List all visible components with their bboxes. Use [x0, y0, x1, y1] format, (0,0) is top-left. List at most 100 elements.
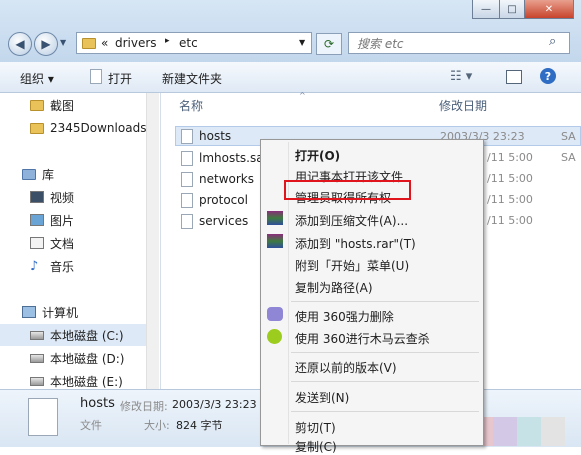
menu-item-open[interactable]: 打开(O): [295, 147, 340, 164]
search-box[interactable]: ⌕: [348, 32, 570, 54]
file-icon: [181, 213, 193, 229]
nav-item-2345downloads[interactable]: 2345Downloads: [30, 119, 146, 137]
drive-icon: [30, 376, 44, 386]
address-separator[interactable]: ▸: [165, 36, 170, 46]
file-name: protocol: [199, 193, 248, 207]
details-modified-value: 2003/3/3 23:23: [172, 398, 257, 411]
file-row-lmhosts[interactable]: lmhosts.sa: [181, 148, 264, 168]
search-input[interactable]: [355, 35, 545, 53]
360-scan-icon: [267, 329, 282, 344]
file-row-protocol[interactable]: protocol: [181, 190, 248, 210]
help-icon[interactable]: ?: [540, 68, 556, 84]
nav-item-label: 计算机: [42, 305, 79, 320]
open-button[interactable]: 打开: [108, 70, 132, 87]
nav-item-drive-e[interactable]: 本地磁盘 (E:): [30, 372, 123, 390]
nav-item-computer[interactable]: 计算机: [22, 303, 78, 321]
menu-item-copy-path[interactable]: 复制为路径(A): [295, 279, 373, 296]
nav-item-label: 文档: [50, 236, 75, 251]
file-row-hosts[interactable]: hosts: [181, 126, 231, 146]
back-button[interactable]: ◀: [8, 32, 32, 56]
winrar-icon: [267, 211, 283, 225]
organize-label: 组织: [20, 72, 45, 86]
column-header-modified[interactable]: 修改日期: [439, 97, 487, 114]
folder-icon: [30, 122, 44, 134]
details-file-name: hosts: [80, 396, 115, 411]
nav-scrollbar[interactable]: [146, 93, 159, 389]
nav-item-screenshots[interactable]: 截图: [30, 96, 74, 114]
view-options-icon[interactable]: ☷ ▾: [450, 69, 472, 84]
address-part-etc[interactable]: etc: [179, 36, 198, 50]
details-size-label: 大小:: [144, 419, 170, 432]
menu-item-cut[interactable]: 剪切(T): [295, 419, 336, 436]
nav-item-libraries[interactable]: 库: [22, 165, 54, 183]
nav-item-drive-d[interactable]: 本地磁盘 (D:): [30, 349, 124, 367]
drive-icon: [30, 330, 44, 340]
file-row-networks[interactable]: networks: [181, 169, 254, 189]
menu-item-send-to[interactable]: 发送到(N): [295, 389, 349, 406]
column-header-name[interactable]: 名称: [179, 97, 203, 114]
document-icon: [30, 237, 44, 249]
folder-icon: [30, 99, 44, 111]
file-row-services[interactable]: services: [181, 211, 248, 231]
file-date: /11 5:00: [487, 172, 533, 185]
menu-item-copy[interactable]: 复制(C): [295, 438, 337, 455]
nav-item-music[interactable]: ♪ 音乐: [30, 257, 74, 275]
file-type: SA: [561, 151, 576, 164]
file-name: services: [199, 214, 249, 228]
nav-item-pictures[interactable]: 图片: [30, 211, 74, 229]
sort-arrow-icon: ^: [299, 91, 306, 100]
menu-item-add-hosts-rar[interactable]: 添加到 "hosts.rar"(T): [295, 235, 416, 252]
file-icon: [181, 150, 193, 166]
watermark-swatch: [493, 417, 517, 446]
file-icon: [181, 192, 193, 208]
nav-item-label: 库: [42, 167, 55, 182]
preview-pane-icon[interactable]: [506, 70, 522, 84]
address-bar[interactable]: « drivers ▸ etc ▼: [76, 32, 312, 54]
menu-item-restore-versions[interactable]: 还原以前的版本(V): [295, 359, 397, 376]
address-dropdown-icon[interactable]: ▼: [299, 38, 305, 47]
highlight-box: [284, 180, 411, 200]
menu-item-force-delete[interactable]: 使用 360强力删除: [295, 308, 394, 325]
library-icon: [22, 168, 36, 180]
large-file-icon: [28, 398, 58, 436]
details-type: 文件: [80, 419, 102, 432]
drive-icon: [30, 353, 44, 363]
search-icon[interactable]: ⌕: [549, 34, 556, 49]
file-date: /11 5:00: [487, 214, 533, 227]
title-bar: — □ ✕ ◀ ▶ ▼ « drivers ▸ etc ▼ ⟳ ⌕: [0, 0, 581, 62]
nav-item-label: 图片: [50, 213, 75, 228]
organize-button[interactable]: 组织 ▾: [20, 70, 54, 87]
nav-item-drive-c[interactable]: 本地磁盘 (C:): [30, 326, 124, 344]
recent-pages-dropdown[interactable]: ▼: [60, 38, 66, 47]
address-part-drivers[interactable]: drivers: [115, 36, 157, 50]
menu-item-pin-start[interactable]: 附到「开始」菜单(U): [295, 257, 409, 274]
new-folder-button[interactable]: 新建文件夹: [162, 70, 222, 87]
nav-item-videos[interactable]: 视频: [30, 188, 74, 206]
nav-item-documents[interactable]: 文档: [30, 234, 74, 252]
menu-separator: [291, 352, 479, 353]
details-modified-label: 修改日期:: [120, 400, 168, 413]
nav-item-label: 本地磁盘 (D:): [50, 351, 125, 366]
file-name: hosts: [199, 129, 232, 143]
forward-button[interactable]: ▶: [34, 32, 58, 56]
details-size-value: 824 字节: [176, 419, 223, 432]
nav-item-label: 视频: [50, 190, 75, 205]
open-icon: [90, 69, 102, 84]
watermark-swatch: [541, 417, 565, 446]
shred-icon: [267, 307, 283, 321]
winrar-icon: [267, 234, 283, 248]
refresh-button[interactable]: ⟳: [316, 33, 342, 55]
close-button[interactable]: ✕: [524, 0, 574, 19]
nav-item-label: 2345Downloads: [50, 121, 147, 135]
file-date: /11 5:00: [487, 193, 533, 206]
file-date: /11 5:00: [487, 151, 533, 164]
menu-item-trojan-scan[interactable]: 使用 360进行木马云查杀: [295, 330, 430, 347]
computer-icon: [22, 306, 36, 318]
file-type: SA: [561, 130, 576, 143]
minimize-button[interactable]: —: [472, 0, 500, 19]
menu-separator: [291, 381, 479, 382]
file-name: lmhosts.sa: [199, 151, 264, 165]
menu-item-add-archive[interactable]: 添加到压缩文件(A)...: [295, 212, 408, 229]
maximize-button[interactable]: □: [499, 0, 525, 19]
file-icon: [181, 128, 193, 144]
